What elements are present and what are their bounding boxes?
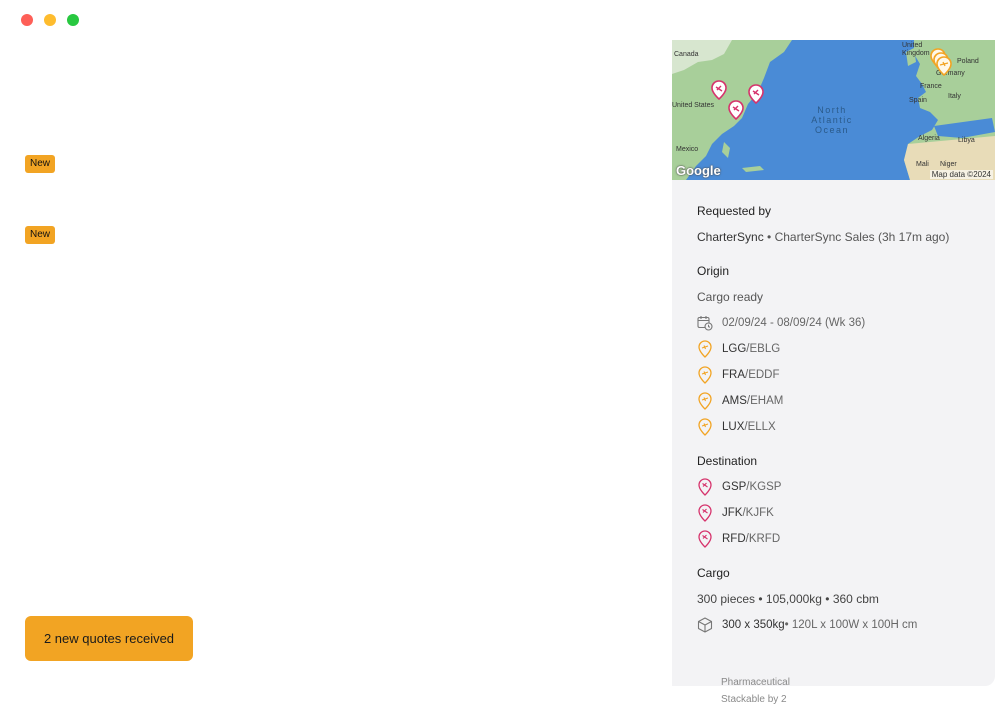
map-label-libya: Libya [958, 137, 975, 144]
cargo-item-type: Pharmaceutical [721, 677, 790, 688]
date-range: 02/09/24 - 08/09/24 (Wk 36) [722, 317, 866, 329]
origin-airport-row: FRA/EDDF [697, 366, 780, 384]
destination-airport-row: RFD/KRFD [697, 530, 780, 548]
origin-airport-row: LUX/ELLX [697, 418, 776, 436]
departure-pin-icon [697, 340, 713, 358]
cargo-item-row: 300 x 350kg • 120L x 100W x 100H cm [697, 616, 917, 634]
close-window-button[interactable] [21, 14, 33, 26]
origin-icao: /EBLG [746, 343, 781, 355]
departure-pin-icon [697, 392, 713, 410]
requested-by-line: CharterSync • CharterSync Sales (3h 17m … [697, 230, 949, 244]
map-attribution[interactable]: Map data ©2024 [929, 170, 993, 179]
arrival-pin-icon [697, 504, 713, 522]
destination-icao: /KRFD [745, 533, 781, 545]
date-range-row: 02/09/24 - 08/09/24 (Wk 36) [697, 314, 865, 332]
map-label-algeria: Algeria [918, 135, 940, 142]
origin-iata: AMS [722, 395, 747, 407]
destination-map-pin-icon[interactable] [728, 100, 744, 120]
box-icon [697, 616, 713, 634]
requester-separator: • [767, 230, 772, 244]
destination-heading: Destination [697, 454, 758, 468]
google-logo: Google [676, 163, 721, 178]
requester-company: CharterSync [697, 230, 764, 244]
origin-iata: LGG [722, 343, 747, 355]
origin-map-pin-icon[interactable] [936, 56, 952, 76]
ocean-label: North Atlantic Ocean [810, 105, 854, 135]
maximize-window-button[interactable] [67, 14, 79, 26]
origin-airport-row: AMS/EHAM [697, 392, 783, 410]
origin-iata: FRA [722, 369, 745, 381]
map-label-canada: Canada [674, 51, 699, 58]
ocean-label-line: Atlantic [811, 115, 853, 125]
destination-airport-row: GSP/KGSP [697, 478, 781, 496]
map-label-france: France [920, 83, 942, 90]
destination-iata: RFD [722, 533, 746, 545]
request-details-panel: Canada United States Mexico United Kingd… [672, 40, 995, 705]
ocean-label-line: Ocean [814, 125, 850, 135]
calendar-clock-icon [697, 314, 713, 332]
requested-by-heading: Requested by [697, 204, 772, 218]
origin-icao: /EDDF [745, 369, 780, 381]
cargo-summary: 300 pieces • 105,000kg • 360 cbm [697, 592, 879, 606]
origin-icao: /EHAM [746, 395, 784, 407]
map-label-mali: Mali [916, 161, 929, 168]
map-label-mexico: Mexico [676, 146, 699, 153]
cargo-item-main: 300 x 350kg [722, 619, 785, 631]
cargo-heading: Cargo [697, 566, 730, 580]
ocean-label-line: North [817, 105, 847, 115]
destination-iata: GSP [722, 481, 747, 493]
map-label-spain: Spain [909, 97, 927, 104]
arrival-pin-icon [697, 478, 713, 496]
origin-heading: Origin [697, 264, 730, 278]
new-badge: New [25, 155, 56, 173]
new-badge: New [25, 226, 56, 244]
route-map[interactable]: Canada United States Mexico United Kingd… [672, 40, 995, 180]
map-label-united-states: United States [672, 102, 715, 109]
window-controls [21, 14, 79, 26]
cargo-item-dims: • 120L x 100W x 100H cm [784, 619, 918, 631]
requester-detail: CharterSync Sales (3h 17m ago) [774, 230, 950, 244]
destination-iata: JFK [722, 507, 743, 519]
departure-pin-icon [697, 366, 713, 384]
destination-airport-row: JFK/KJFK [697, 504, 774, 522]
new-quotes-button[interactable]: 2 new quotes received [25, 616, 193, 661]
cargo-item-stackable: Stackable by 2 [721, 694, 787, 705]
origin-icao: /ELLX [744, 421, 776, 433]
cargo-ready-label: Cargo ready [697, 290, 764, 304]
destination-icao: /KGSP [746, 481, 782, 493]
origin-iata: LUX [722, 421, 745, 433]
map-label-poland: Poland [957, 58, 979, 65]
origin-airport-row: LGG/EBLG [697, 340, 780, 358]
departure-pin-icon [697, 418, 713, 436]
minimize-window-button[interactable] [44, 14, 56, 26]
arrival-pin-icon [697, 530, 713, 548]
destination-map-pin-icon[interactable] [748, 84, 764, 104]
map-label-italy: Italy [948, 93, 961, 100]
destination-map-pin-icon[interactable] [711, 80, 727, 100]
destination-icao: /KJFK [742, 507, 774, 519]
map-label-niger: Niger [940, 161, 957, 168]
